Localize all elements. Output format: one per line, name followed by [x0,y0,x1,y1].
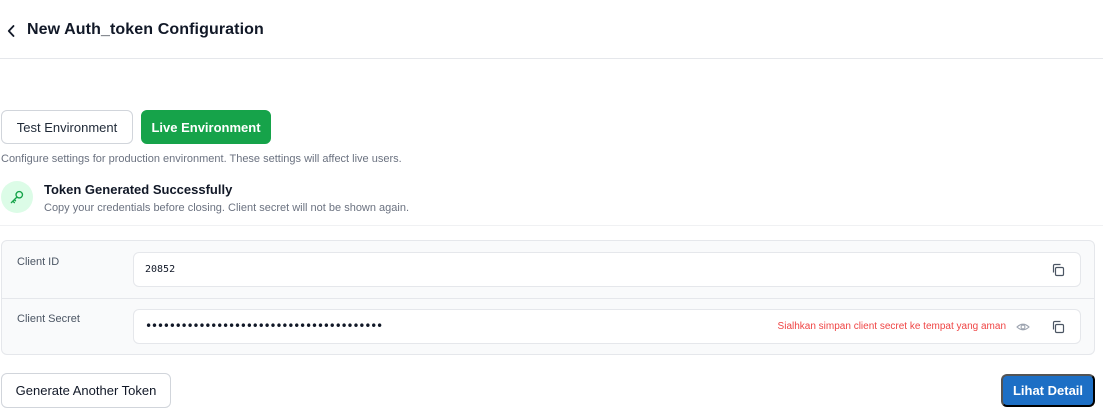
live-environment-button[interactable]: Live Environment [141,110,271,144]
client-secret-label: Client Secret [17,313,80,325]
secret-warning: Sialhkan simpan client secret ke tempat … [777,321,1006,332]
key-icon [10,190,24,204]
client-secret-field[interactable]: ••••••••••••••••••••••••••••••••••••••••… [133,309,1081,344]
eye-icon [1016,323,1030,331]
copy-client-secret-button[interactable] [1050,319,1066,335]
divider [0,225,1103,226]
client-secret-value: •••••••••••••••••••••••••••••••••••••••• [145,319,383,333]
client-id-value: 20852 [145,264,176,275]
page-header: New Auth_token Configuration [0,0,1103,59]
toggle-secret-visibility-button[interactable] [1016,320,1030,334]
test-environment-button[interactable]: Test Environment [1,110,133,144]
copy-client-id-button[interactable] [1050,262,1066,278]
back-button[interactable] [4,22,18,40]
lihat-detail-button[interactable]: Lihat Detail [1001,374,1095,407]
chevron-left-icon [7,25,15,37]
page-title: New Auth_token Configuration [27,21,264,38]
environment-description: Configure settings for production enviro… [1,153,402,165]
copy-icon [1052,320,1065,334]
row-separator [2,298,1094,299]
success-title: Token Generated Successfully [44,182,233,197]
generate-another-token-button[interactable]: Generate Another Token [1,373,171,408]
success-badge [1,181,33,213]
copy-icon [1052,263,1065,277]
client-id-field[interactable]: 20852 [133,252,1081,287]
credentials-panel: Client ID 20852 Client Secret ••••••••••… [1,240,1095,355]
client-id-label: Client ID [17,256,60,268]
success-subtitle: Copy your credentials before closing. Cl… [44,202,410,214]
